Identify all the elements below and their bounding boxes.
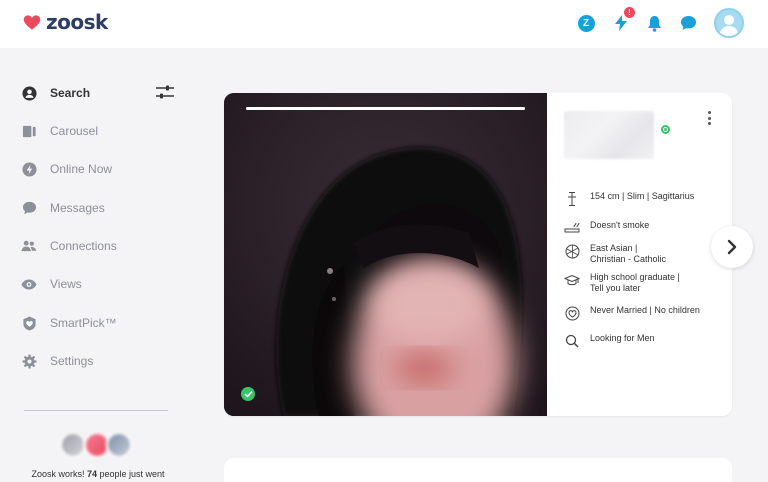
zoosk-coin-icon: Z [577,14,595,32]
top-header: zoosk Z ! [0,0,768,48]
verified-badge [241,387,255,401]
brand-name: zoosk [46,10,108,34]
attr-smoking: Doesn't smoke [564,220,649,236]
avatar-silhouette-icon [719,15,739,36]
photo-image [224,93,547,416]
sidebar-item-online-now[interactable]: Online Now [20,158,112,180]
success-promo-text: Zoosk works! 74 people just went [31,469,165,479]
success-stories-avatars [60,432,138,458]
profile-card: 154 cm | Slim | Sagittarius Doesn't smok… [224,93,732,416]
attr-relationship: Never Married | No children [564,305,700,321]
sidebar-item-carousel[interactable]: Carousel [20,120,98,142]
globe-icon [564,243,580,259]
sidebar-item-label: Connections [50,239,117,253]
message-icon [20,199,38,217]
notifications-button[interactable] [643,12,665,34]
attr-education: High school graduate | Tell you later [564,272,680,294]
profile-photo[interactable] [224,93,547,416]
sidebar-item-search[interactable]: Search [20,82,90,104]
eye-icon [20,275,38,293]
sidebar-item-connections[interactable]: Connections [20,235,117,257]
profile-info-panel: 154 cm | Slim | Sagittarius Doesn't smok… [547,93,732,416]
more-options-button[interactable] [703,109,715,127]
profile-name-blurred [564,111,654,159]
sidebar-item-label: Settings [50,354,94,368]
person-icon [20,84,38,102]
search-filters-button[interactable] [155,84,175,100]
sidebar-item-label: Search [50,86,91,100]
next-profile-button[interactable] [711,226,753,268]
sidebar-item-views[interactable]: Views [20,273,82,295]
sidebar-item-label: Carousel [50,124,99,138]
heart-outline-icon [564,305,580,321]
messages-button[interactable] [677,12,699,34]
attr-ethnicity-religion: East Asian | Christian - Catholic [564,243,666,265]
photo-progress-fill [246,107,525,110]
bell-icon [647,15,661,32]
sidebar-item-label: SmartPick™ [50,316,117,330]
attr-text: East Asian | Christian - Catholic [590,243,667,264]
boost-button[interactable]: ! [610,7,635,34]
chevron-right-icon [727,239,737,255]
carousel-icon [20,122,38,140]
attr-text: Looking for Men [590,333,655,343]
lightning-icon [20,160,38,178]
height-icon [564,191,580,207]
attr-height-body-sign: 154 cm | Slim | Sagittarius [564,191,694,207]
online-status-icon [661,125,670,134]
zoosk-logo[interactable]: zoosk [22,10,108,34]
chat-icon [680,16,696,30]
sidebar-divider [24,410,168,411]
attr-looking-for: Looking for Men [564,333,655,349]
attr-text: Never Married | No children [590,305,700,315]
blurred-avatar [60,432,86,458]
sidebar-item-label: Messages [50,201,105,215]
sidebar-item-label: Online Now [50,162,113,176]
sidebar [0,48,200,482]
sliders-icon [156,85,174,99]
search-icon [564,333,580,349]
boost-badge: ! [624,7,635,18]
attr-text: Doesn't smoke [590,220,650,230]
people-icon [20,237,38,255]
check-icon [243,390,253,398]
secondary-card [224,458,732,482]
graduation-cap-icon [564,272,580,288]
smoking-icon [564,220,580,236]
attr-text: 154 cm | Slim | Sagittarius [590,191,695,201]
coins-button[interactable]: Z [575,12,597,34]
heart-logo-icon [23,15,41,30]
attr-text: High school graduate | Tell you later [590,272,680,293]
smartpick-icon [20,314,38,332]
gear-icon [20,352,38,370]
user-avatar[interactable] [714,8,744,38]
blurred-avatar [106,432,132,458]
photo-progress-bar [246,107,525,110]
sidebar-item-smartpick[interactable]: SmartPick™ [20,312,117,334]
sidebar-item-label: Views [50,277,82,291]
sidebar-item-messages[interactable]: Messages [20,197,105,219]
sidebar-item-settings[interactable]: Settings [20,350,93,372]
